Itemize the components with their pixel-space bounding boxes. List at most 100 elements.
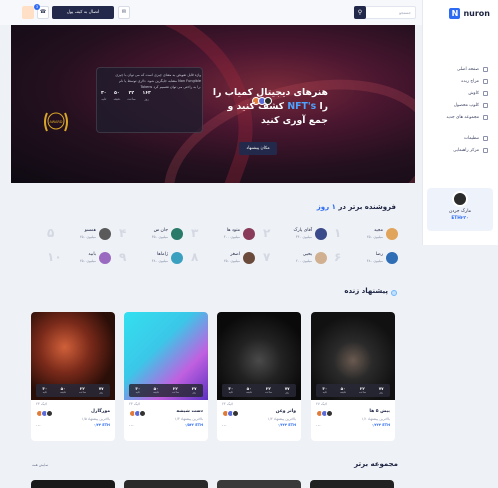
seller-rank: ۹ (119, 250, 127, 264)
sidebar-item-label: صفحه اصلی (456, 66, 479, 72)
connect-wallet-button[interactable]: اتصال به کیف پول (52, 6, 114, 19)
hero-title: هنرهای دیجیتال کمیاب را کشف کنید و NFT's… (212, 87, 328, 126)
like-count[interactable]: ۲۳ لایک (36, 402, 47, 406)
card-countdown: ۳۰ ثانیه ۵۰ دقیقه ۲۲ ساعت ۲۷ روز (129, 384, 203, 397)
avatar (99, 252, 111, 264)
user-balance: ETH۲۳۰ (451, 216, 469, 221)
nft-price: ۰/۳۲۴ ETH (277, 423, 296, 427)
live-icon (483, 78, 488, 84)
seller-price: ۴۰۰ میلیون (223, 235, 240, 239)
seller-price: ۲۵۰ میلیون (79, 235, 96, 239)
countdown-unit: ۳۰ ثانیه (322, 385, 328, 394)
collection-card[interactable] (310, 480, 394, 488)
seller-rank: ۶ (334, 250, 342, 264)
seller-name: یحیی (302, 252, 312, 257)
collection-card[interactable] (31, 480, 115, 488)
top-sellers-title: فروشنده برتر در ۱ روز (316, 203, 396, 211)
avatar (171, 252, 183, 264)
sidebar-item-label: مراج زنده (461, 78, 479, 84)
seller-item[interactable]: ۳ متود ها ۴۰۰ میلیون (191, 226, 255, 242)
collection-card[interactable] (124, 480, 208, 488)
seller-item[interactable]: ۷ یحیی ۲۰۰ میلیون (263, 250, 327, 266)
place-bid-button[interactable]: مکان پیشنهاد (239, 142, 277, 155)
owner-avatars (36, 410, 54, 418)
nft-title[interactable]: دست شیشه (176, 409, 203, 414)
sidebar-item-product[interactable]: کلوپ محصول (430, 99, 488, 111)
logo[interactable]: N nuron (449, 8, 490, 19)
search-icon[interactable]: ⚲ (354, 6, 366, 19)
seller-name: مجید (373, 228, 383, 233)
seller-rank: ۷ (263, 250, 271, 264)
show-all-link[interactable]: نمایش همه (32, 463, 48, 467)
countdown-unit: ۵۰ دقیقه (153, 385, 159, 394)
sidebar-item-live[interactable]: مراج زنده (430, 75, 488, 87)
seller-item[interactable]: ۸ اصغر ۲۵۰ میلیون (191, 250, 255, 266)
countdown-unit: ۲۲ ساعت (171, 385, 179, 394)
top-sellers-list: ۱ مجید ۲۵۰ میلیون ۲ آقای پارک ۳۴۰ میلیون ۳… (31, 226, 398, 270)
highest-bid: بالاترین پیشنهاد ۱/۱ (361, 417, 390, 421)
avatar[interactable] (22, 6, 34, 19)
like-count[interactable]: ۲۷ لایک (316, 402, 327, 406)
sidebar-item-collections[interactable]: مجموعه های جدید (430, 111, 488, 123)
bell-icon[interactable]: ✉ (118, 6, 130, 19)
nft-price: ۰/۲۴ ETH (93, 423, 110, 427)
more-options-icon[interactable]: ⋯ (316, 423, 321, 429)
countdown-unit: ۲۲ ساعت (358, 385, 366, 394)
sidebar-item-label: مرکز راهنمایی (453, 147, 479, 153)
more-options-icon[interactable]: ⋯ (129, 423, 134, 429)
seller-item[interactable]: ۴ جان س ۳۵۰ میلیون (119, 226, 183, 242)
owner-avatars (129, 410, 147, 418)
countdown-unit: ۲۲ ساعت (264, 385, 272, 394)
more-options-icon[interactable]: ⋯ (222, 423, 227, 429)
nft-card[interactable]: ۳۰ ثانیه ۵۰ دقیقه ۲۲ ساعت ۷۷ روز ۲۴ لایک واتر و… (217, 312, 301, 441)
seller-rank: ۱۰ (47, 250, 62, 264)
logo-text: nuron (463, 9, 490, 18)
more-options-icon[interactable]: ⋯ (36, 423, 41, 429)
award-badge-icon: AWARD (44, 112, 68, 132)
seller-rank: ۸ (191, 250, 199, 264)
seller-name: ژاماها (157, 252, 168, 257)
owner-avatars (316, 410, 334, 418)
sidebar-item-help[interactable]: مرکز راهنمایی (430, 144, 488, 156)
sidebar-item-home[interactable]: صفحه اصلی (430, 63, 488, 75)
live-indicator-icon (391, 290, 397, 296)
seller-item[interactable]: ۱۰ بابید ۲۵۰ میلیون (47, 250, 111, 266)
sidebar-item-label: کاوش (468, 90, 479, 96)
owner-avatars (222, 410, 240, 418)
nft-card[interactable]: ۳۰ ثانیه ۵۰ دقیقه ۲۲ ساعت ۲۷ روز ۲۳ لایک دست شی… (124, 312, 208, 441)
like-count[interactable]: ۲۳ لایک (129, 402, 140, 406)
seller-item[interactable]: ۵ همسو ۲۵۰ میلیون (47, 226, 111, 242)
sidebar-item-explore[interactable]: کاوش (430, 87, 488, 99)
card-countdown: ۳۰ ثانیه ۵۰ دقیقه ۲۲ ساعت ۷۷ روز (316, 384, 390, 397)
seller-item[interactable]: ۲ آقای پارک ۳۴۰ میلیون (263, 226, 327, 242)
sidebar-item-label: تنظیمات (463, 135, 479, 141)
award-label: AWARD (50, 120, 63, 124)
nft-title[interactable]: بیش ۵ ها (369, 409, 390, 414)
nft-card[interactable]: ۳۰ ثانیه ۵۰ دقیقه ۲۲ ساعت ۷۷ روز ۲۷ لایک بیش ۵ … (311, 312, 395, 441)
collection-card[interactable] (217, 480, 301, 488)
seller-item[interactable]: ۶ رضا ۴۸۰ میلیون (334, 250, 398, 266)
seller-price: ۴۸۰ میلیون (151, 259, 168, 263)
countdown-unit: ۵۰ دقیقه (246, 385, 252, 394)
seller-item[interactable]: ۹ ژاماها ۴۸۰ میلیون (119, 250, 183, 266)
nft-title[interactable]: مورگارل (91, 409, 110, 414)
seller-item[interactable]: ۱ مجید ۲۵۰ میلیون (334, 226, 398, 242)
live-bids-title: پیشنهاد زنده (344, 287, 388, 295)
card-countdown: ۳۰ ثانیه ۵۰ دقیقه ۲۲ ساعت ۷۷ روز (36, 384, 110, 397)
like-count[interactable]: ۲۴ لایک (222, 402, 233, 406)
product-icon (483, 102, 488, 108)
settings-icon (483, 135, 488, 141)
logo-icon: N (449, 8, 461, 19)
sidebar-nav: صفحه اصلی مراج زنده کاوش کلوپ محصول مجمو… (430, 63, 488, 156)
sidebar-item-settings[interactable]: تنظیمات (430, 132, 488, 144)
seller-name: جان س (153, 228, 168, 233)
nft-card[interactable]: ۳۰ ثانیه ۵۰ دقیقه ۲۲ ساعت ۷۷ روز ۲۳ لایک مورگار… (31, 312, 115, 441)
countdown-unit: ۳۰ ثانیه (42, 385, 48, 394)
seller-price: ۲۵۰ میلیون (366, 235, 383, 239)
countdown-unit: ۷۷ روز (284, 385, 290, 394)
countdown-unit: ۳۰ ثانیه (228, 385, 234, 394)
nft-title[interactable]: واتر وعن (276, 409, 296, 414)
user-card[interactable]: مارک جردن ETH۲۳۰ (427, 188, 493, 231)
avatar (386, 228, 398, 240)
sidebar-item-label: مجموعه های جدید (446, 114, 479, 120)
